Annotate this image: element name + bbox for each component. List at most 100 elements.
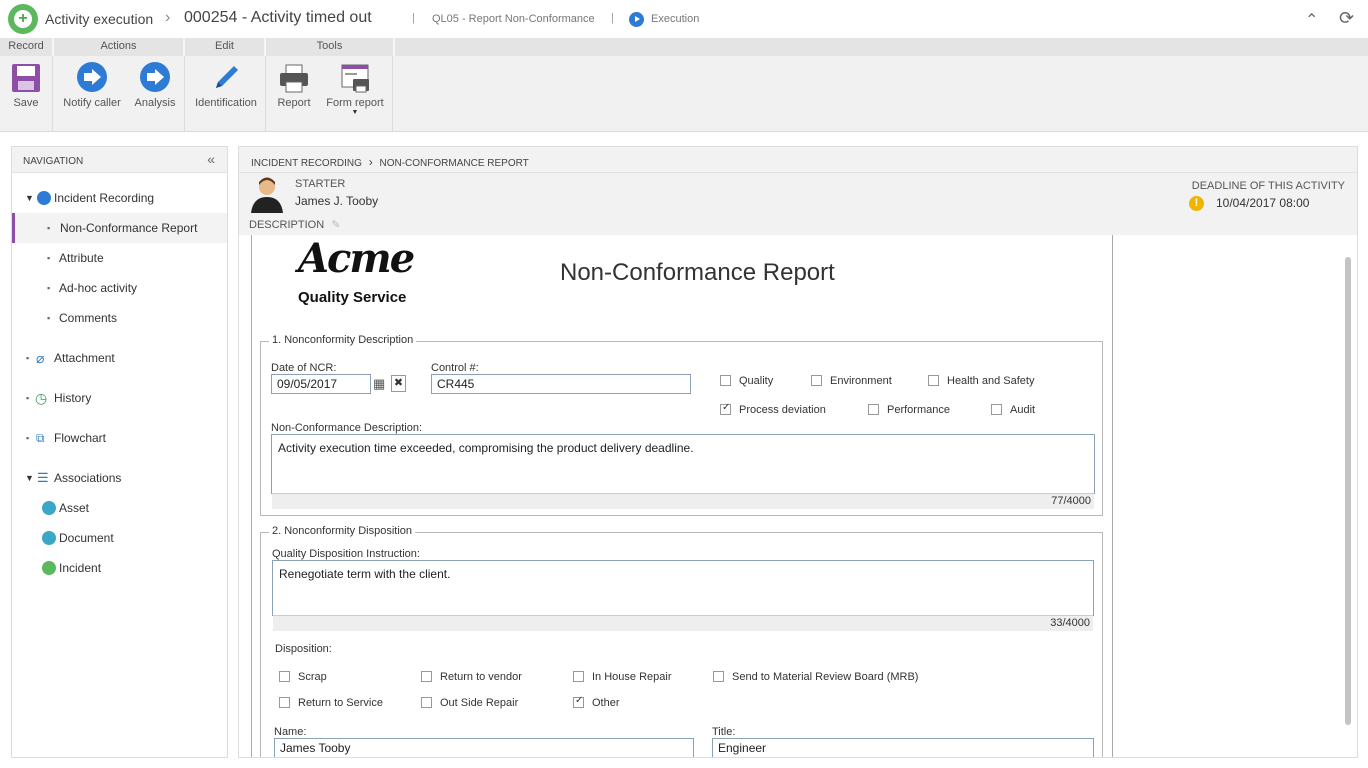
quality-checkbox[interactable]	[720, 375, 731, 386]
chevron-right-icon: ›	[368, 155, 373, 169]
vertical-scrollbar[interactable]	[1345, 257, 1351, 725]
description-textarea[interactable]: Activity execution time exceeded, compro…	[271, 434, 1095, 494]
date-input[interactable]: 09/05/2017	[271, 374, 371, 394]
section-legend: 1. Nonconformity Description	[269, 334, 417, 346]
nav-item-comments[interactable]: ▪ Comments	[12, 303, 227, 333]
nav-item-associations[interactable]: ▼ ☰ Associations	[12, 463, 227, 493]
nav-item-label: Attribute	[59, 251, 104, 265]
dropdown-caret-icon[interactable]: ▼	[324, 109, 386, 117]
asset-icon	[42, 501, 56, 515]
breadcrumb-level1[interactable]: INCIDENT RECORDING	[251, 158, 362, 169]
checkbox-label: Out Side Repair	[440, 697, 519, 709]
deadline-label: DEADLINE OF THIS ACTIVITY	[1191, 180, 1345, 192]
nav-item-label: Comments	[59, 311, 118, 325]
return-to-vendor-checkbox[interactable]	[421, 671, 432, 682]
nav-item-document[interactable]: Document	[12, 523, 227, 553]
play-icon	[37, 191, 51, 205]
collapse-up-icon[interactable]: ⌃	[1305, 10, 1318, 30]
collapse-left-icon[interactable]: «	[207, 151, 215, 167]
app-header: + Activity execution › 000254 - Activity…	[0, 0, 1368, 38]
report-button[interactable]: Report	[274, 56, 314, 126]
navigation-title: NAVIGATION	[23, 156, 84, 167]
bullet: ▪	[26, 393, 30, 403]
nav-item-flowchart[interactable]: ▪ ⧉ Flowchart	[12, 423, 227, 453]
checkbox-label: Health and Safety	[947, 375, 1035, 387]
arrow-right-icon	[139, 62, 171, 94]
nav-item-incident-recording[interactable]: ▼ Incident Recording	[12, 183, 227, 213]
save-button[interactable]: Save	[5, 56, 47, 126]
analysis-label: Analysis	[134, 97, 176, 109]
checkbox-label: Quality	[739, 375, 774, 387]
nav-item-label: Asset	[59, 501, 90, 515]
checkbox-label: Return to Service	[298, 697, 383, 709]
other-checkbox[interactable]	[573, 695, 584, 708]
bullet: ▪	[26, 433, 30, 443]
save-label: Save	[13, 97, 39, 109]
page-title: 000254 - Activity timed out	[184, 9, 372, 26]
title-input[interactable]: Engineer	[712, 738, 1094, 757]
deadline-value: 10/04/2017 08:00	[1216, 196, 1310, 210]
nav-item-label: Ad-hoc activity	[59, 281, 138, 295]
section-nonconformity-description: 1. Nonconformity Description Date of NCR…	[260, 334, 1103, 516]
environment-checkbox[interactable]	[811, 375, 822, 386]
out-side-repair-checkbox[interactable]	[421, 697, 432, 708]
edit-pencil-icon[interactable]: ✎	[331, 219, 340, 231]
form-report-label: Form report	[326, 97, 384, 109]
in-house-repair-checkbox[interactable]	[573, 671, 584, 682]
char-counter: 33/4000	[273, 615, 1093, 631]
performance-checkbox[interactable]	[868, 404, 879, 415]
nav-item-incident[interactable]: Incident	[12, 553, 227, 583]
checkbox-label: In House Repair	[592, 671, 672, 683]
avatar	[249, 175, 285, 213]
analysis-button[interactable]: Analysis	[132, 56, 178, 126]
instruction-textarea[interactable]: Renegotiate term with the client.	[272, 560, 1094, 616]
bullet: ▪	[47, 283, 51, 293]
nonconformance-form: Acme Quality Service Non-Conformance Rep…	[251, 235, 1113, 757]
refresh-icon[interactable]: ⟳	[1339, 8, 1354, 29]
starter-name: James J. Tooby	[295, 194, 379, 208]
caret-down-icon[interactable]: ▼	[25, 183, 34, 213]
status-label: Execution	[651, 13, 700, 25]
clear-date-icon[interactable]: ✖	[391, 375, 406, 392]
process-deviation-checkbox[interactable]	[720, 402, 731, 415]
char-counter: 77/4000	[272, 493, 1094, 509]
toolbar: Record Actions Edit Tools Save Notify ca…	[0, 38, 1368, 132]
section-legend: 2. Nonconformity Disposition	[269, 525, 416, 537]
name-input[interactable]: James Tooby	[274, 738, 694, 757]
nav-item-non-conformance-report[interactable]: ▪ Non-Conformance Report	[12, 213, 227, 243]
scrap-checkbox[interactable]	[279, 671, 290, 682]
form-title: Non-Conformance Report	[560, 259, 835, 286]
separator: |	[611, 12, 614, 24]
chevron-right-icon: ›	[165, 9, 171, 26]
logo-subtitle: Quality Service	[298, 289, 407, 306]
nav-item-label: Incident	[59, 561, 102, 575]
identification-button[interactable]: Identification	[192, 56, 260, 126]
flowchart-icon: ⧉	[36, 431, 45, 445]
calendar-icon[interactable]: ▦	[373, 376, 385, 392]
nav-item-attribute[interactable]: ▪ Attribute	[12, 243, 227, 273]
title-label: Title:	[712, 726, 736, 738]
nav-item-history[interactable]: ▪ ◷ History	[12, 383, 227, 413]
notify-caller-button[interactable]: Notify caller	[60, 56, 124, 126]
nav-item-label: Associations	[54, 471, 122, 485]
audit-checkbox[interactable]	[991, 404, 1002, 415]
health-safety-checkbox[interactable]	[928, 375, 939, 386]
separator: |	[412, 12, 415, 24]
control-number-input[interactable]: CR445	[431, 374, 691, 394]
nav-item-attachment[interactable]: ▪ ⌀ Attachment	[12, 343, 227, 373]
printer-icon	[278, 62, 310, 94]
caret-down-icon[interactable]: ▼	[25, 463, 34, 493]
checkbox-label: Return to vendor	[440, 671, 522, 683]
checkbox-label: Performance	[887, 404, 950, 416]
nav-item-ad-hoc-activity[interactable]: ▪ Ad-hoc activity	[12, 273, 227, 303]
description-header: DESCRIPTION ✎	[239, 217, 1357, 235]
mrb-checkbox[interactable]	[713, 671, 724, 682]
navigation-header: NAVIGATION «	[12, 147, 227, 173]
group-actions: Actions	[54, 38, 185, 56]
form-report-button[interactable]: Form report ▼	[324, 56, 386, 126]
return-to-service-checkbox[interactable]	[279, 697, 290, 708]
play-icon	[629, 12, 644, 27]
bullet: ▪	[47, 313, 51, 323]
nav-item-asset[interactable]: Asset	[12, 493, 227, 523]
document-icon	[42, 531, 56, 545]
